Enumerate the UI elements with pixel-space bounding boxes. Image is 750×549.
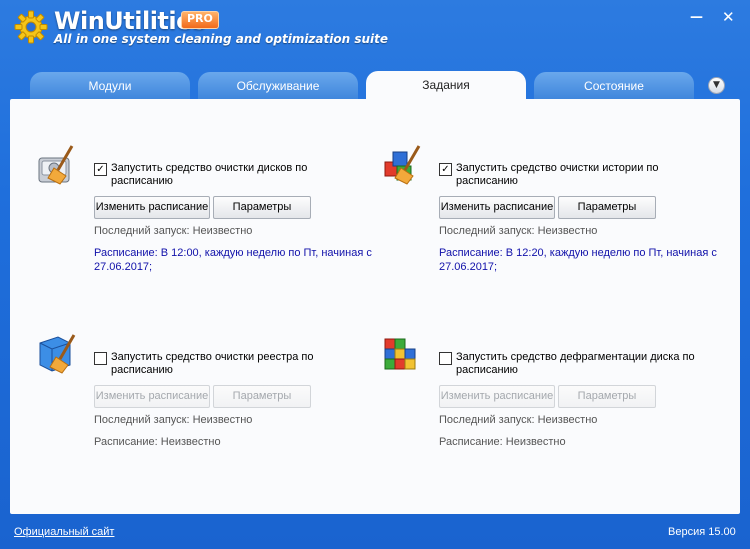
tasks-panel: ✓ Запустить средство очистки дисков по р… xyxy=(10,99,740,514)
registry-cleanup-schedule: Расписание: Неизвестно xyxy=(94,436,221,448)
history-cleanup-schedule: Расписание: В 12:20, каждую неделю по Пт… xyxy=(439,247,717,273)
registry-cleanup-label[interactable]: Запустить средство очистки реестра по ра… xyxy=(111,351,351,377)
disk-cleanup-last-run: Последний запуск: Неизвестно xyxy=(94,225,253,237)
history-cleanup-icon xyxy=(384,145,421,185)
task-registry-cleanup: Запустить средство очистки реестра по ра… xyxy=(36,333,376,463)
defrag-label[interactable]: Запустить средство дефрагментации диска … xyxy=(456,351,696,377)
defrag-schedule: Расписание: Неизвестно xyxy=(439,436,566,448)
pro-badge: PRO xyxy=(181,11,219,29)
history-cleanup-label[interactable]: Запустить средство очистки истории по ра… xyxy=(456,162,696,188)
tab-menu-chevron-icon[interactable]: ▼ xyxy=(708,77,725,94)
tab-tasks[interactable]: Задания xyxy=(366,71,526,100)
history-cleanup-last-run: Последний запуск: Неизвестно xyxy=(439,225,598,237)
defrag-params-button[interactable]: Параметры xyxy=(558,385,656,408)
registry-cleanup-params-button[interactable]: Параметры xyxy=(213,385,311,408)
history-cleanup-checkbox[interactable]: ✓ xyxy=(439,163,452,176)
minimize-button[interactable]: — xyxy=(690,10,703,25)
disk-cleanup-icon xyxy=(38,145,74,185)
disk-cleanup-checkbox[interactable]: ✓ xyxy=(94,163,107,176)
app-window: WinUtilities PRO All in one system clean… xyxy=(0,0,750,549)
disk-cleanup-schedule-button[interactable]: Изменить расписание xyxy=(94,196,210,219)
registry-cleanup-icon xyxy=(39,334,76,374)
task-disk-cleanup: ✓ Запустить средство очистки дисков по р… xyxy=(36,144,376,294)
registry-cleanup-schedule-button[interactable]: Изменить расписание xyxy=(94,385,210,408)
disk-cleanup-label[interactable]: Запустить средство очистки дисков по рас… xyxy=(111,162,351,188)
tab-modules[interactable]: Модули xyxy=(30,72,190,99)
official-site-link[interactable]: Официальный сайт xyxy=(14,526,114,538)
tab-maintenance[interactable]: Обслуживание xyxy=(198,72,358,99)
task-history-cleanup: ✓ Запустить средство очистки истории по … xyxy=(381,144,731,294)
registry-cleanup-checkbox[interactable] xyxy=(94,352,107,365)
app-subtitle: All in one system cleaning and optimizat… xyxy=(54,32,389,46)
task-defrag: Запустить средство дефрагментации диска … xyxy=(381,333,731,463)
gear-logo-icon xyxy=(14,10,48,44)
tab-status[interactable]: Состояние xyxy=(534,72,694,99)
disk-cleanup-params-button[interactable]: Параметры xyxy=(213,196,311,219)
defrag-last-run: Последний запуск: Неизвестно xyxy=(439,414,598,426)
defrag-icon xyxy=(384,338,416,370)
disk-cleanup-schedule: Расписание: В 12:00, каждую неделю по Пт… xyxy=(94,247,372,273)
history-cleanup-schedule-button[interactable]: Изменить расписание xyxy=(439,196,555,219)
close-button[interactable]: ✕ xyxy=(722,8,735,26)
version-label: Версия 15.00 xyxy=(668,526,736,538)
defrag-checkbox[interactable] xyxy=(439,352,452,365)
defrag-schedule-button[interactable]: Изменить расписание xyxy=(439,385,555,408)
registry-cleanup-last-run: Последний запуск: Неизвестно xyxy=(94,414,253,426)
history-cleanup-params-button[interactable]: Параметры xyxy=(558,196,656,219)
